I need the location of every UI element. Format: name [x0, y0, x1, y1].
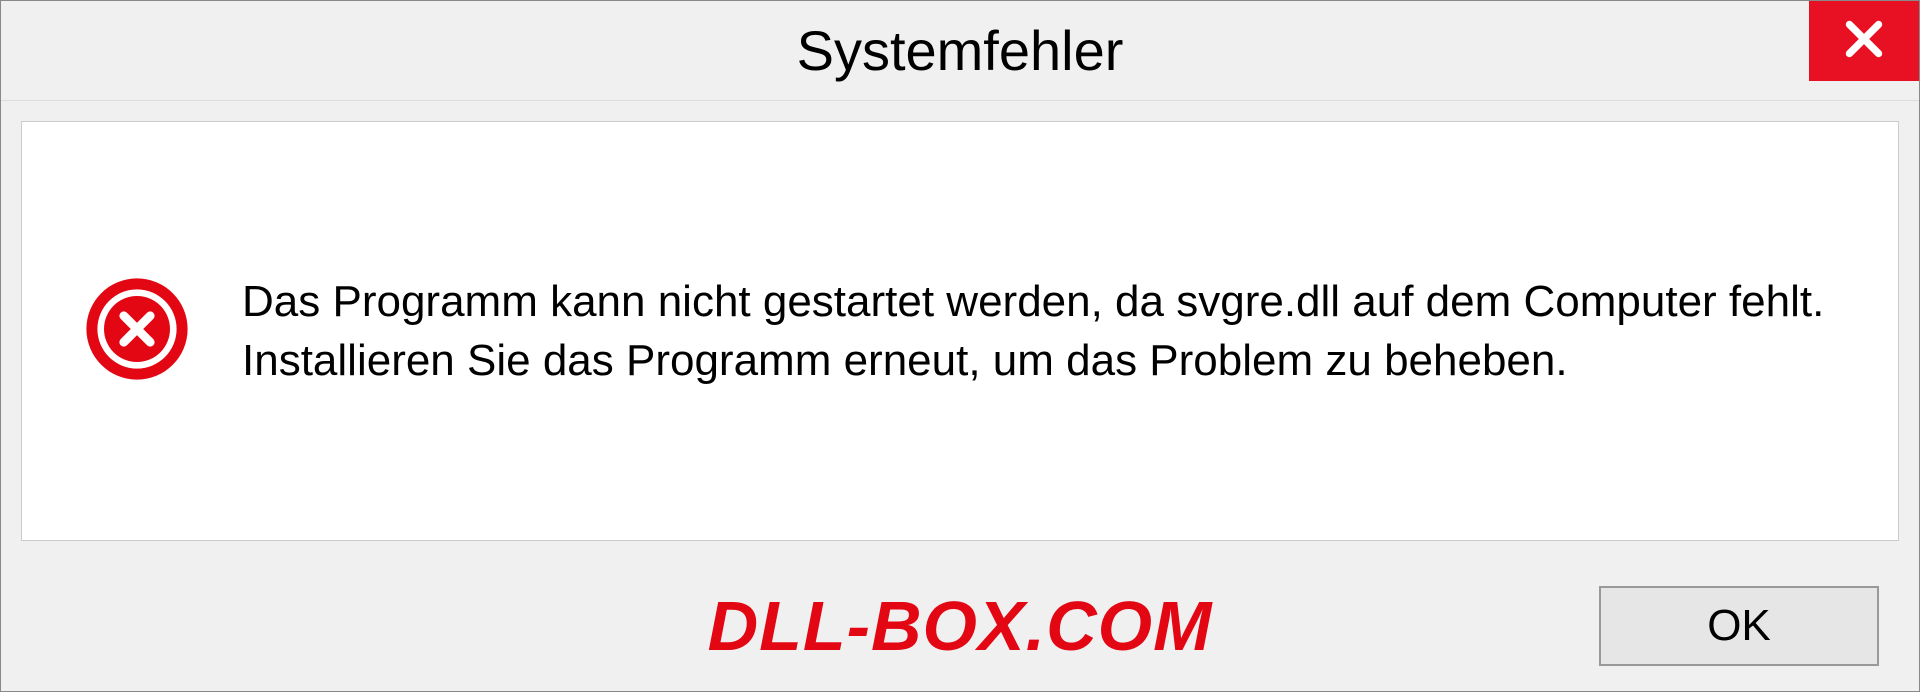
close-icon — [1839, 14, 1889, 69]
watermark-text: DLL-BOX.COM — [708, 586, 1213, 666]
dialog-footer: DLL-BOX.COM OK — [1, 561, 1919, 691]
error-message: Das Programm kann nicht gestartet werden… — [242, 272, 1838, 391]
ok-button-label: OK — [1707, 601, 1771, 651]
error-dialog: Systemfehler Das Programm kann nicht ges… — [0, 0, 1920, 692]
close-button[interactable] — [1809, 1, 1919, 81]
ok-button[interactable]: OK — [1599, 586, 1879, 666]
error-icon — [82, 274, 192, 389]
content-area: Das Programm kann nicht gestartet werden… — [21, 121, 1899, 541]
titlebar: Systemfehler — [1, 1, 1919, 101]
dialog-title: Systemfehler — [797, 18, 1124, 83]
